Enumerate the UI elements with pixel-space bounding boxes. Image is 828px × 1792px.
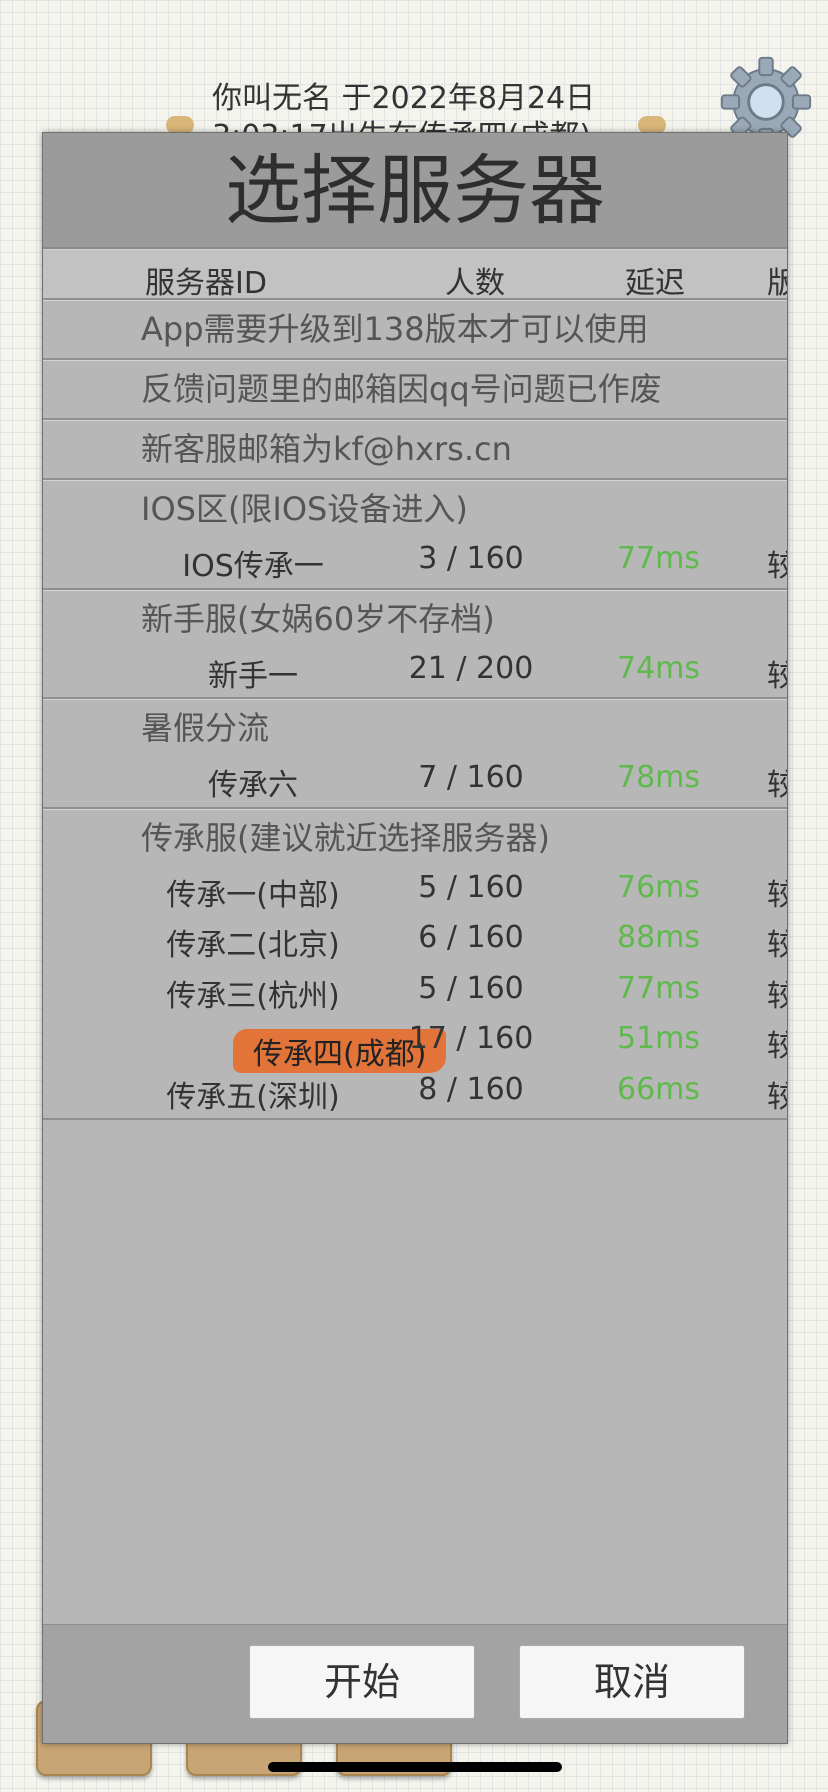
server-name: 传承五(深圳)	[166, 1079, 340, 1115]
notice-row: 反馈问题里的邮箱因qq号问题已作废	[43, 360, 787, 420]
server-count: 17 / 160	[408, 1021, 534, 1056]
server-version: 较	[767, 971, 787, 1015]
server-count: 8 / 160	[418, 1071, 524, 1107]
server-version: 较	[767, 1021, 787, 1065]
server-row[interactable]: 新手一 21 / 200 74ms 较	[43, 643, 787, 694]
server-row[interactable]: IOS传承一 3 / 160 77ms 较	[43, 533, 787, 584]
server-name: 传承一(中部)	[166, 877, 340, 913]
server-row-selected[interactable]: 传承四(成都) 17 / 160 51ms 较	[43, 1013, 787, 1073]
server-row[interactable]: 传承三(杭州) 5 / 160 77ms 较	[43, 963, 787, 1014]
server-row[interactable]: 传承六 7 / 160 78ms 较	[43, 752, 787, 803]
server-count: 5 / 160	[418, 869, 524, 905]
server-latency: 76ms	[617, 869, 701, 905]
server-latency: 78ms	[617, 760, 701, 795]
dialog-title: 选择服务器	[43, 133, 787, 249]
server-latency: 51ms	[617, 1021, 701, 1056]
server-version: 较	[767, 920, 787, 964]
birth-line-1: 你叫无名 于2022年8月24日	[212, 81, 596, 116]
server-latency: 74ms	[617, 650, 701, 686]
server-count: 7 / 160	[418, 760, 524, 795]
server-latency: 77ms	[617, 970, 701, 1006]
server-version: 较	[767, 1072, 787, 1116]
col-version: 版	[767, 258, 787, 302]
server-row[interactable]: 传承一(中部) 5 / 160 76ms 较	[43, 862, 787, 913]
server-name: 传承六	[208, 768, 298, 803]
start-button[interactable]: 开始	[249, 1645, 475, 1719]
server-row[interactable]: 传承二(北京) 6 / 160 88ms 较	[43, 912, 787, 963]
server-latency: 66ms	[617, 1071, 701, 1107]
group-title: IOS区(限IOS设备进入)	[141, 490, 468, 528]
group-title: 新手服(女娲60岁不存档)	[141, 599, 495, 638]
server-count: 5 / 160	[418, 970, 524, 1006]
server-name: 传承三(杭州)	[166, 978, 340, 1014]
server-name: 传承二(北京)	[166, 928, 340, 963]
server-latency: 88ms	[617, 920, 701, 955]
cancel-button[interactable]: 取消	[519, 1645, 745, 1719]
server-latency: 77ms	[617, 541, 701, 576]
server-version: 较	[767, 541, 787, 585]
server-count: 6 / 160	[418, 920, 524, 955]
notice-row: App需要升级到138版本才可以使用	[43, 300, 787, 360]
col-server-id: 服务器ID	[145, 266, 267, 301]
col-latency: 延迟	[625, 266, 685, 301]
dialog-footer: 开始 取消	[43, 1624, 787, 1743]
server-count: 21 / 200	[408, 650, 534, 686]
server-version: 较	[767, 870, 787, 914]
group-newbie: 新手服(女娲60岁不存档) 新手一 21 / 200 74ms 较	[43, 589, 787, 699]
home-indicator[interactable]	[268, 1762, 562, 1772]
server-version: 较	[767, 760, 787, 804]
server-select-dialog: 选择服务器 服务器ID 人数 延迟 版 App需要升级到138版本才可以使用 反…	[42, 132, 788, 1744]
server-count: 3 / 160	[418, 541, 524, 576]
group-inherit: 传承服(建议就近选择服务器) 传承一(中部) 5 / 160 76ms 较 传承…	[43, 808, 787, 1120]
group-title: 暑假分流	[141, 709, 270, 747]
notice-row: 新客服邮箱为kf@hxrs.cn	[43, 420, 787, 480]
server-name: 新手一	[208, 658, 298, 694]
col-count: 人数	[445, 266, 505, 301]
group-ios: IOS区(限IOS设备进入) IOS传承一 3 / 160 77ms 较	[43, 480, 787, 590]
group-title: 传承服(建议就近选择服务器)	[141, 818, 550, 857]
server-version: 较	[767, 651, 787, 695]
column-header: 服务器ID 人数 延迟 版	[43, 249, 787, 302]
group-summer: 暑假分流 传承六 7 / 160 78ms 较	[43, 699, 787, 809]
server-row[interactable]: 传承五(深圳) 8 / 160 66ms 较	[43, 1064, 787, 1115]
server-name: IOS传承一	[182, 549, 324, 584]
birth-info: 你叫无名 于2022年8月24日 3:03:17出生在传承四(成都)	[212, 80, 632, 140]
